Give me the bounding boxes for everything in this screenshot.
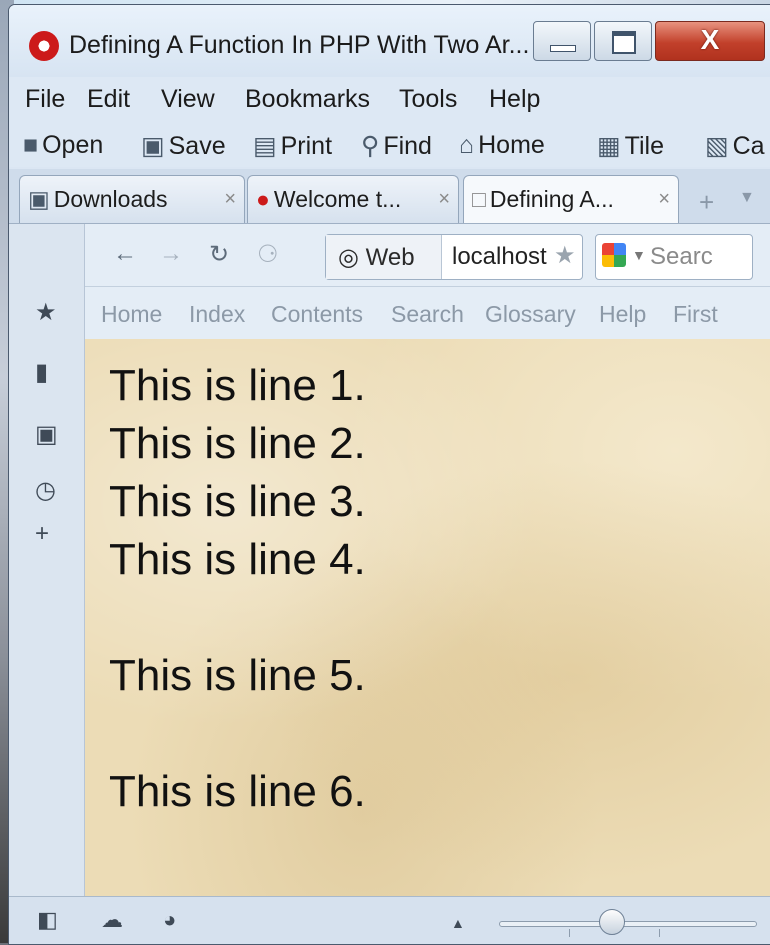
add-panel-plus-icon[interactable]: + <box>35 520 49 548</box>
link-home[interactable]: Home <box>101 301 162 328</box>
tab-label: Downloads <box>53 186 168 212</box>
bookmark-star-icon[interactable]: ★ <box>554 241 576 270</box>
find-label: Find <box>383 132 432 160</box>
cascade-label: Ca <box>732 132 765 160</box>
folder-icon: ■ <box>23 131 39 159</box>
tab-close-icon[interactable]: × <box>224 188 236 211</box>
opera-unite-cloud-icon[interactable]: ☁ <box>101 907 123 933</box>
content-line: This is line 1. <box>109 361 366 410</box>
menu-help[interactable]: Help <box>489 85 540 114</box>
save-icon: ▣ <box>141 132 165 160</box>
tab-label: Defining A... <box>489 186 614 212</box>
tab-label: Welcome t... <box>273 186 402 212</box>
tab-defining[interactable]: □ Defining A... × <box>463 175 679 223</box>
tile-icon: ▦ <box>597 132 621 160</box>
content-line: This is line 6. <box>109 767 366 816</box>
cascade-button[interactable]: ▧ Ca <box>705 131 765 161</box>
tab-close-icon[interactable]: × <box>658 188 670 211</box>
zoom-tick <box>659 929 660 937</box>
google-logo-icon[interactable] <box>602 243 626 267</box>
content-line: This is line 4. <box>109 535 366 584</box>
search-box[interactable]: ▼ Searc <box>595 234 753 280</box>
menu-bar: File Edit View Bookmarks Tools Help <box>9 77 770 121</box>
close-button[interactable]: X <box>655 21 765 61</box>
history-clock-icon[interactable]: ◷ <box>35 476 56 505</box>
search-input[interactable]: Searc <box>650 243 750 271</box>
tab-list-chevron-icon[interactable]: ▼ <box>739 189 755 207</box>
page-icon: □ <box>472 186 486 212</box>
navigation-bar: ← → ↻ ⚆ ◎ Web localhost ★ ▼ Searc <box>85 224 770 287</box>
home-button[interactable]: ⌂ Home <box>459 131 545 160</box>
minimize-button[interactable] <box>533 21 591 61</box>
content-line: This is line 3. <box>109 477 366 526</box>
web-label: Web <box>365 244 415 271</box>
maximize-button[interactable] <box>594 21 652 61</box>
new-tab-plus-icon[interactable]: + <box>699 187 714 218</box>
downloads-panel-icon[interactable]: ▣ <box>35 420 58 449</box>
window-title: Defining A Function In PHP With Two Ar..… <box>69 31 530 59</box>
notes-icon[interactable]: ▮ <box>35 358 48 387</box>
menu-tools[interactable]: Tools <box>399 85 457 114</box>
turbo-speedometer-icon[interactable]: ◕ <box>163 907 176 933</box>
status-bar: ◧ ☁ ◕ ▲ <box>9 896 770 944</box>
zoom-slider-track[interactable] <box>499 921 757 927</box>
address-bar[interactable]: ◎ Web localhost ★ <box>325 234 583 280</box>
toolbar: ■ Open ▣ Save ▤ Print ⚲ Find ⌂ Home ▦ Tile ▧ Ca <box>9 121 770 167</box>
link-contents[interactable]: Contents <box>271 301 363 328</box>
find-button[interactable]: ⚲ Find <box>361 131 432 161</box>
open-button[interactable]: ■ Open <box>23 131 103 160</box>
home-label: Home <box>478 131 545 159</box>
open-label: Open <box>42 131 104 159</box>
home-icon: ⌂ <box>459 131 475 159</box>
save-label: Save <box>168 132 226 160</box>
print-button[interactable]: ▤ Print <box>253 131 332 161</box>
back-arrow-icon[interactable]: ← <box>113 240 137 268</box>
search-engine-dropdown-icon[interactable]: ▼ <box>632 247 646 263</box>
browser-window: Defining A Function In PHP With Two Ar..… <box>8 4 770 945</box>
save-button[interactable]: ▣ Save <box>141 131 226 161</box>
bookmarks-star-icon[interactable]: ★ <box>35 298 57 327</box>
link-help[interactable]: Help <box>599 301 646 328</box>
content-line: This is line 2. <box>109 419 366 468</box>
panel-toggle-icon[interactable]: ◧ <box>37 907 58 933</box>
navigation-links-bar: Home Index Contents Search Glossary Help… <box>85 287 770 340</box>
print-icon: ▤ <box>253 132 277 160</box>
menu-file[interactable]: File <box>25 85 65 114</box>
tile-button[interactable]: ▦ Tile <box>597 131 664 161</box>
key-icon[interactable]: ⚆ <box>257 240 279 269</box>
link-search[interactable]: Search <box>391 301 464 328</box>
zoom-slider-thumb[interactable] <box>599 909 625 935</box>
tab-close-icon[interactable]: × <box>438 188 450 211</box>
page-content: This is line 1. This is line 2. This is … <box>85 339 770 896</box>
menu-bookmarks[interactable]: Bookmarks <box>245 85 370 114</box>
menu-view[interactable]: View <box>161 85 215 114</box>
reload-icon[interactable]: ↻ <box>209 240 229 269</box>
tab-downloads[interactable]: ▣ Downloads × <box>19 175 245 223</box>
web-badge[interactable]: ◎ Web <box>326 235 442 279</box>
close-icon: X <box>700 24 720 55</box>
link-first[interactable]: First <box>673 301 718 328</box>
downloads-icon: ▣ <box>28 186 50 212</box>
title-bar[interactable]: Defining A Function In PHP With Two Ar..… <box>9 5 770 77</box>
forward-arrow-icon[interactable]: → <box>159 240 183 268</box>
content-line: This is line 5. <box>109 651 366 700</box>
opera-icon: ● <box>256 186 270 212</box>
url-text[interactable]: localhost <box>452 243 552 271</box>
globe-icon: ◎ <box>338 244 359 271</box>
link-index[interactable]: Index <box>189 301 245 328</box>
print-label: Print <box>280 132 333 160</box>
view-options-up-icon[interactable]: ▲ <box>451 915 465 931</box>
tab-welcome[interactable]: ● Welcome t... × <box>247 175 459 223</box>
find-icon: ⚲ <box>361 132 380 160</box>
menu-edit[interactable]: Edit <box>87 85 130 114</box>
sidebar-panel: ★ ▮ ▣ ◷ + <box>9 224 85 896</box>
link-glossary[interactable]: Glossary <box>485 301 576 328</box>
tab-bar: ▣ Downloads × ● Welcome t... × □ Defining A..… <box>9 169 770 224</box>
opera-logo-icon[interactable] <box>29 31 59 61</box>
cascade-icon: ▧ <box>705 132 729 160</box>
tile-label: Tile <box>624 132 664 160</box>
zoom-tick <box>569 929 570 937</box>
